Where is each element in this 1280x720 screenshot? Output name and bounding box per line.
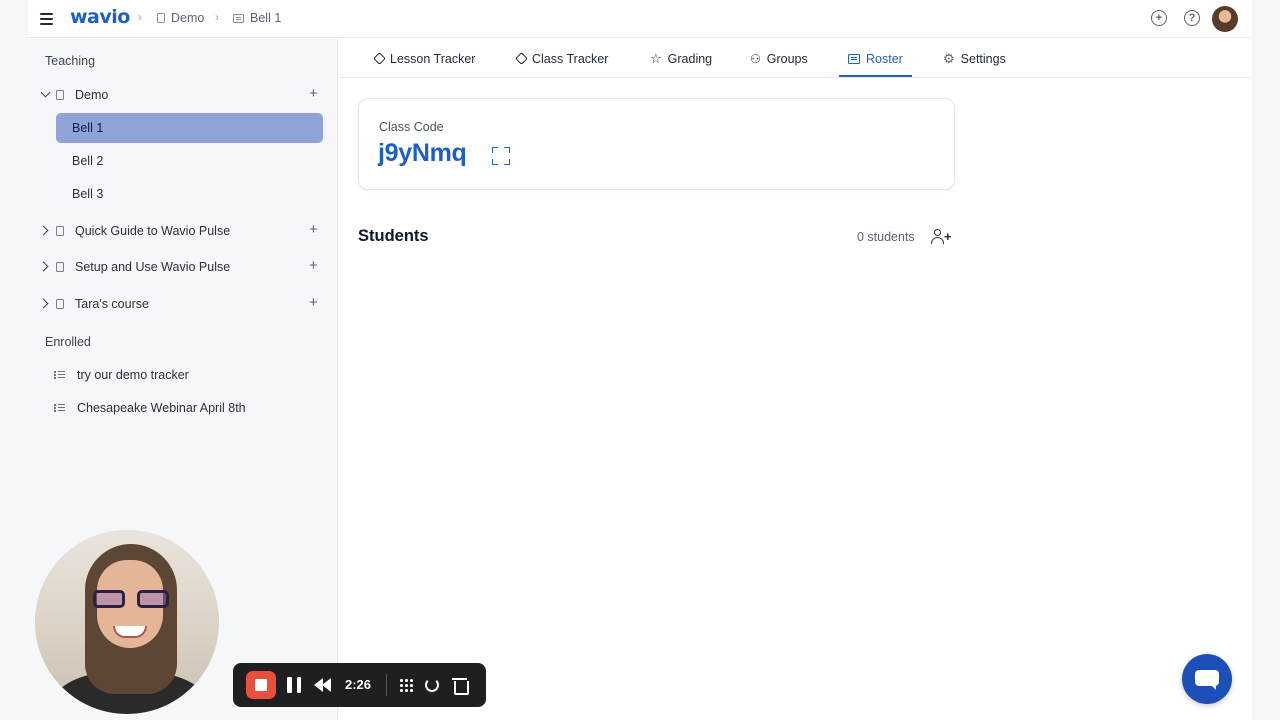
- tab-label: Lesson Tracker: [390, 51, 476, 66]
- expand-icon[interactable]: [492, 147, 510, 165]
- class-code-value: j9yNmq: [378, 139, 467, 167]
- book-icon: [56, 90, 64, 100]
- add-circle-icon[interactable]: +: [1151, 10, 1167, 26]
- recording-timer: 2:26: [345, 677, 372, 692]
- hamburger-menu-icon[interactable]: [40, 10, 56, 28]
- course-label: Demo: [75, 88, 109, 102]
- tab-roster[interactable]: Roster: [848, 39, 903, 78]
- book-icon: [56, 299, 64, 309]
- avatar[interactable]: [1212, 6, 1238, 32]
- frame-edge-right: [1252, 0, 1280, 720]
- sidebar-item-bell-3[interactable]: Bell 3: [56, 179, 323, 209]
- book-icon: [56, 262, 64, 272]
- sidebar-item-bell-2[interactable]: Bell 2: [56, 146, 323, 176]
- chevron-right-icon: ›: [215, 10, 219, 24]
- restart-icon[interactable]: [425, 678, 439, 692]
- tab-grading[interactable]: ☆ Grading: [650, 39, 712, 78]
- gear-icon: ⚙: [943, 51, 955, 66]
- book-icon: [56, 226, 64, 236]
- pause-icon[interactable]: [287, 677, 301, 693]
- tab-label: Roster: [866, 51, 903, 66]
- chevron-right-icon[interactable]: [38, 298, 49, 309]
- frame-edge-left: [0, 0, 28, 720]
- add-icon[interactable]: +: [309, 222, 318, 237]
- book-icon: [157, 13, 165, 23]
- recording-toolbar: 2:26: [233, 663, 486, 707]
- chevron-right-icon: ›: [138, 10, 142, 24]
- rewind-icon[interactable]: [314, 678, 332, 692]
- checklist-icon: [54, 370, 65, 380]
- breadcrumb-bell-1[interactable]: Bell 1: [233, 11, 281, 25]
- top-bar: wavio › Demo › Bell 1 + ?: [28, 0, 1252, 38]
- tab-lesson-tracker[interactable]: Lesson Tracker: [373, 39, 476, 78]
- chat-support-button[interactable]: [1182, 654, 1232, 704]
- tab-label: Settings: [960, 51, 1006, 66]
- sidebar-course-demo[interactable]: Demo +: [28, 82, 338, 108]
- wavio-logo[interactable]: wavio: [70, 6, 130, 28]
- tab-label: Grading: [667, 51, 713, 66]
- active-tab-indicator: [839, 75, 912, 77]
- tab-class-tracker[interactable]: Class Tracker: [515, 39, 609, 78]
- add-user-icon[interactable]: +: [931, 228, 953, 246]
- sidebar-item-bell-1[interactable]: Bell 1: [56, 113, 323, 143]
- tab-settings[interactable]: ⚙ Settings: [943, 39, 1006, 78]
- tab-bar: Lesson Tracker Class Tracker ☆ Grading ⚇…: [339, 39, 1252, 78]
- enrolled-label: Chesapeake Webinar April 8th: [77, 401, 246, 415]
- enrolled-item[interactable]: try our demo tracker: [54, 364, 189, 386]
- roster-icon: [233, 13, 244, 23]
- app-window: wavio › Demo › Bell 1 + ? Teaching Demo …: [0, 0, 1280, 720]
- sidebar-course-taras[interactable]: Tara's course +: [28, 291, 338, 317]
- enrolled-item[interactable]: Chesapeake Webinar April 8th: [54, 397, 246, 419]
- tab-label: Groups: [766, 51, 808, 66]
- class-code-card: Class Code j9yNmq: [358, 98, 955, 190]
- students-count: 0 students: [857, 230, 915, 244]
- breadcrumb-demo[interactable]: Demo: [157, 11, 204, 25]
- add-icon[interactable]: +: [309, 86, 318, 101]
- diamond-icon: [373, 52, 386, 65]
- add-icon[interactable]: +: [309, 295, 318, 310]
- trash-icon[interactable]: [452, 677, 469, 695]
- tab-groups[interactable]: ⚇ Groups: [750, 39, 808, 78]
- stop-recording-icon[interactable]: [246, 671, 276, 699]
- class-code-label: Class Code: [379, 120, 444, 134]
- course-label: Quick Guide to Wavio Pulse: [75, 224, 231, 238]
- people-icon: ⚇: [750, 51, 761, 66]
- section-label-enrolled: Enrolled: [45, 335, 91, 349]
- star-icon: ☆: [650, 51, 662, 66]
- sidebar-course-quick-guide[interactable]: Quick Guide to Wavio Pulse +: [28, 218, 338, 244]
- roster-icon: [848, 53, 860, 64]
- section-label-teaching: Teaching: [45, 54, 96, 68]
- course-label: Setup and Use Wavio Pulse: [75, 260, 231, 274]
- students-heading: Students: [358, 227, 429, 245]
- grid-dots-icon[interactable]: [398, 677, 414, 693]
- chevron-down-icon[interactable]: [40, 87, 51, 98]
- chevron-right-icon[interactable]: [38, 261, 49, 272]
- add-icon[interactable]: +: [309, 258, 318, 273]
- chevron-right-icon[interactable]: [38, 225, 49, 236]
- diamond-icon: [515, 52, 528, 65]
- enrolled-label: try our demo tracker: [77, 368, 189, 382]
- sidebar-course-setup[interactable]: Setup and Use Wavio Pulse +: [28, 254, 338, 280]
- tab-label: Class Tracker: [532, 51, 609, 66]
- toolbar-divider: [386, 674, 387, 696]
- breadcrumb-label: Bell 1: [250, 11, 282, 25]
- webcam-video[interactable]: [35, 530, 219, 714]
- breadcrumb-label: Demo: [171, 11, 205, 25]
- help-icon[interactable]: ?: [1184, 10, 1200, 26]
- course-label: Tara's course: [75, 297, 149, 311]
- checklist-icon: [54, 403, 65, 413]
